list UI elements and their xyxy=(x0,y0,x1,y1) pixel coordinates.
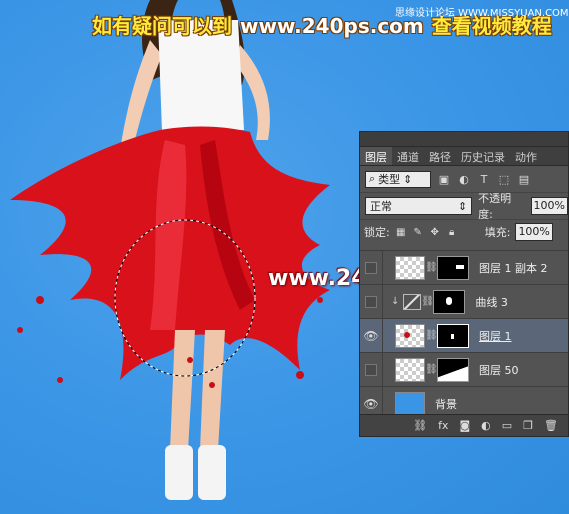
smart-object-filter-icon[interactable]: ▤ xyxy=(517,172,531,186)
lock-position-move-icon[interactable]: ✥ xyxy=(429,226,441,238)
lock-row: 锁定: ▦ ✎ ✥ 🔒︎ 填充: 100% xyxy=(360,219,568,244)
layer-name[interactable]: 图层 1 副本 2 xyxy=(479,260,548,276)
add-mask-icon[interactable]: ◙ xyxy=(459,419,470,432)
filter-kind-select[interactable]: ⌕ 类型 ⇕ xyxy=(365,170,431,188)
layer-thumbnail[interactable] xyxy=(395,357,425,382)
link-icon[interactable]: ⛓ xyxy=(425,262,438,273)
layers-panel: 图层 通道 路径 历史记录 动作 ⌕ 类型 ⇕ ▣ ◐ T ⬚ ▤ 正常 ⇕ 不… xyxy=(359,131,569,437)
banner-left-text: 如有疑问可以到 xyxy=(92,14,232,38)
curves-adjustment-icon[interactable] xyxy=(403,293,422,310)
adjustment-filter-icon[interactable]: ◐ xyxy=(457,172,471,186)
lock-image-brush-icon[interactable]: ✎ xyxy=(412,226,424,238)
layer-thumbnail[interactable] xyxy=(395,323,425,348)
visibility-toggle[interactable] xyxy=(360,353,383,386)
tab-channels[interactable]: 通道 xyxy=(392,147,424,165)
layer-row[interactable]: ⛓ 图层 50 xyxy=(360,352,568,386)
layer-name[interactable]: 图层 1 xyxy=(479,328,512,344)
tab-layers[interactable]: 图层 xyxy=(360,147,392,165)
fill-label: 填充: xyxy=(484,226,511,239)
panel-title-bar[interactable] xyxy=(360,132,568,147)
filter-kind-label: 类型 xyxy=(378,173,401,186)
tab-history[interactable]: 历史记录 xyxy=(456,147,510,165)
panel-tabs: 图层 通道 路径 历史记录 动作 xyxy=(360,147,568,166)
type-filter-icon[interactable]: T xyxy=(477,172,491,186)
blend-mode-value: 正常 xyxy=(370,200,392,213)
lock-all-icon[interactable]: 🔒︎ xyxy=(446,226,458,238)
layer-thumbnail[interactable] xyxy=(395,391,425,416)
trash-icon[interactable]: 🗑︎ xyxy=(544,419,558,432)
layer-row[interactable]: ⛓ 图层 1 副本 2 xyxy=(360,250,568,284)
link-icon[interactable]: ⛓ xyxy=(425,364,438,375)
link-icon[interactable]: ⛓ xyxy=(425,330,438,341)
search-icon: ⌕ xyxy=(369,172,376,185)
fill-field[interactable]: 100% xyxy=(515,223,553,241)
chevron-updown-icon: ⇕ xyxy=(457,199,468,213)
filter-row: ⌕ 类型 ⇕ ▣ ◐ T ⬚ ▤ xyxy=(360,166,568,192)
corner-watermark: 思缘设计论坛 WWW.MISSYUAN.COM xyxy=(395,8,569,19)
layer-name[interactable]: 图层 50 xyxy=(479,362,519,378)
layer-row[interactable]: ↓ ⛓ 曲线 3 xyxy=(360,284,568,318)
visibility-toggle[interactable] xyxy=(360,285,383,318)
fx-icon[interactable]: fx xyxy=(438,419,448,432)
layer-mask-thumbnail[interactable] xyxy=(437,357,469,382)
layer-row[interactable]: 👁︎ ⛓ 图层 1 xyxy=(360,318,568,352)
layer-mask-thumbnail[interactable] xyxy=(433,289,466,314)
lock-label: 锁定: xyxy=(364,226,390,239)
blend-row: 正常 ⇕ 不透明度: 100% xyxy=(360,192,568,221)
visibility-toggle[interactable] xyxy=(360,251,383,284)
layers-list: ⛓ 图层 1 副本 2 ↓ ⛓ 曲线 3 👁︎ ⛓ 图层 1 ⛓ 图层 50 👁… xyxy=(360,250,568,420)
blend-mode-select[interactable]: 正常 ⇕ xyxy=(365,197,473,215)
layer-mask-thumbnail[interactable] xyxy=(437,323,469,348)
panel-footer: ⛓ fx ◙ ◐ ▭ ❐ 🗑︎ xyxy=(360,414,568,436)
layer-name[interactable]: 曲线 3 xyxy=(475,294,508,310)
tab-actions[interactable]: 动作 xyxy=(510,147,542,165)
opacity-label: 不透明度: xyxy=(478,192,512,221)
lock-transparency-icon[interactable]: ▦ xyxy=(395,226,407,238)
chevron-updown-icon: ⇕ xyxy=(403,172,413,186)
eye-icon[interactable]: 👁︎ xyxy=(360,319,383,352)
link-icon[interactable]: ⛓ xyxy=(413,419,427,432)
shape-filter-icon[interactable]: ⬚ xyxy=(497,172,511,186)
layer-thumbnail[interactable] xyxy=(395,255,425,280)
tab-paths[interactable]: 路径 xyxy=(424,147,456,165)
layer-mask-thumbnail[interactable] xyxy=(437,255,469,280)
adjustment-icon[interactable]: ◐ xyxy=(481,419,491,432)
clip-arrow-icon: ↓ xyxy=(391,296,400,307)
layer-name[interactable]: 背景 xyxy=(435,396,457,412)
group-folder-icon[interactable]: ▭ xyxy=(502,419,512,432)
pixel-filter-icon[interactable]: ▣ xyxy=(437,172,451,186)
link-icon[interactable]: ⛓ xyxy=(421,296,434,307)
new-layer-icon[interactable]: ❐ xyxy=(523,419,533,432)
opacity-field[interactable]: 100% xyxy=(530,197,568,215)
